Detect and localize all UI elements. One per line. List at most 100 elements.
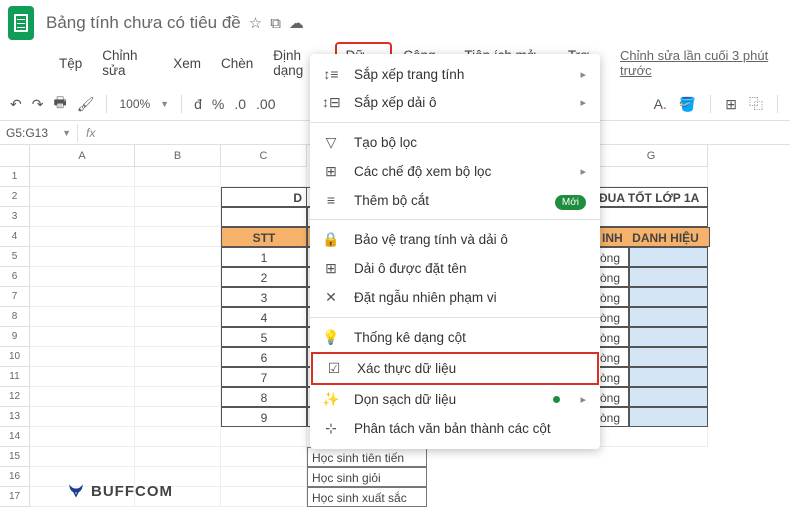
- sheets-logo[interactable]: [8, 6, 34, 40]
- cell-stt[interactable]: 7: [221, 367, 307, 387]
- menu-add-slicer[interactable]: ≡ Thêm bộ cắt Mới: [310, 186, 600, 214]
- named-range-icon: ⊞: [322, 260, 340, 277]
- dec-increase-icon[interactable]: .00: [256, 96, 275, 112]
- menu-data-validation[interactable]: ☑ Xác thực dữ liệu: [311, 352, 599, 385]
- redo-icon[interactable]: ↷: [32, 96, 44, 113]
- text-color-icon[interactable]: A.: [654, 96, 667, 112]
- col-header[interactable]: C: [221, 145, 307, 167]
- validation-icon: ☑: [325, 360, 343, 377]
- row-header[interactable]: 9: [0, 327, 30, 347]
- col-header[interactable]: B: [135, 145, 221, 167]
- star-icon[interactable]: ☆: [249, 14, 262, 32]
- row-header[interactable]: 1: [0, 167, 30, 187]
- dec-decrease-icon[interactable]: .0: [234, 96, 246, 112]
- row-header[interactable]: 5: [0, 247, 30, 267]
- borders-icon[interactable]: ⊞: [725, 96, 737, 113]
- menu-column-stats[interactable]: 💡 Thống kê dạng cột: [310, 323, 600, 352]
- cell-f[interactable]: òng: [595, 307, 629, 327]
- menu-view[interactable]: Xem: [164, 52, 210, 75]
- row-header[interactable]: 14: [0, 427, 30, 447]
- cell-f[interactable]: òng: [595, 327, 629, 347]
- col-header[interactable]: G: [595, 145, 708, 167]
- percent-icon[interactable]: %: [212, 96, 224, 112]
- cell-option[interactable]: Học sinh tiên tiến: [307, 447, 427, 467]
- sort-range-icon: ↕⊟: [322, 94, 340, 111]
- fill-color-icon[interactable]: 🪣: [679, 96, 696, 113]
- document-name[interactable]: Bảng tính chưa có tiêu đề: [46, 13, 241, 33]
- cell-f[interactable]: òng: [595, 387, 629, 407]
- table-header[interactable]: STT: [221, 227, 307, 247]
- menu-insert[interactable]: Chèn: [212, 52, 262, 75]
- cell-selected[interactable]: [629, 327, 708, 347]
- cell-selected[interactable]: [629, 287, 708, 307]
- cell-stt[interactable]: 8: [221, 387, 307, 407]
- name-box[interactable]: G5:G13 ▼: [0, 124, 78, 142]
- row-header[interactable]: 2: [0, 187, 30, 207]
- menu-file[interactable]: Tệp: [50, 52, 91, 75]
- row-header[interactable]: 12: [0, 387, 30, 407]
- cell-f[interactable]: òng: [595, 247, 629, 267]
- cell-stt[interactable]: 5: [221, 327, 307, 347]
- menu-edit[interactable]: Chỉnh sửa: [93, 44, 162, 82]
- cell-option[interactable]: Học sinh xuất sắc: [307, 487, 427, 507]
- row-header[interactable]: 15: [0, 447, 30, 467]
- row-header[interactable]: 8: [0, 307, 30, 327]
- menu-sort-range[interactable]: ↕⊟ Sắp xếp dải ô▸: [310, 88, 600, 117]
- cell-selected[interactable]: [629, 347, 708, 367]
- cell-selected[interactable]: [629, 407, 708, 427]
- cell-selected[interactable]: [629, 267, 708, 287]
- cell-f[interactable]: òng: [595, 407, 629, 427]
- row-header[interactable]: 6: [0, 267, 30, 287]
- print-icon[interactable]: 🖶: [53, 92, 66, 116]
- menu-protect[interactable]: 🔒 Bảo vệ trang tính và dải ô: [310, 225, 600, 254]
- cell-stt[interactable]: 1: [221, 247, 307, 267]
- cell-option[interactable]: Học sinh giỏi: [307, 467, 427, 487]
- cell-stt[interactable]: 3: [221, 287, 307, 307]
- col-header[interactable]: A: [30, 145, 135, 167]
- undo-icon[interactable]: ↶: [10, 96, 22, 113]
- menu-split-text[interactable]: ⊹ Phân tách văn bản thành các cột: [310, 414, 600, 443]
- menu-filter-views[interactable]: ⊞ Các chế độ xem bộ lọc▸: [310, 157, 600, 186]
- menu-randomize[interactable]: ✕ Đặt ngẫu nhiên phạm vi: [310, 283, 600, 312]
- cell-stt[interactable]: 2: [221, 267, 307, 287]
- cell-selected[interactable]: [629, 247, 708, 267]
- paint-format-icon[interactable]: 🖌: [77, 96, 95, 113]
- cell-f[interactable]: òng: [595, 367, 629, 387]
- merge-icon[interactable]: ⿻: [749, 94, 763, 114]
- menu-data-cleanup[interactable]: ✨ Dọn sạch dữ liệu ▸: [310, 385, 600, 414]
- move-folder-icon[interactable]: ⧉: [270, 15, 281, 32]
- cell-selected[interactable]: [629, 387, 708, 407]
- name-box-arrow-icon[interactable]: ▼: [62, 128, 71, 138]
- last-edit-link[interactable]: Chỉnh sửa lần cuối 3 phút trước: [620, 48, 770, 78]
- row-header[interactable]: 16: [0, 467, 30, 487]
- cell-f[interactable]: òng: [595, 347, 629, 367]
- title-cell[interactable]: D: [221, 187, 307, 207]
- cell-stt[interactable]: 4: [221, 307, 307, 327]
- sort-sheet-icon: ↕≡: [322, 66, 340, 82]
- cell-stt[interactable]: 9: [221, 407, 307, 427]
- cloud-status-icon[interactable]: ☁: [289, 14, 304, 32]
- cell-selected[interactable]: [629, 367, 708, 387]
- title-cell[interactable]: ĐUA TỐT LỚP 1A: [595, 187, 708, 207]
- row-header[interactable]: 4: [0, 227, 30, 247]
- cell-stt[interactable]: 6: [221, 347, 307, 367]
- menu-named-ranges[interactable]: ⊞ Dải ô được đặt tên: [310, 254, 600, 283]
- cell-f[interactable]: òng: [595, 267, 629, 287]
- row-header[interactable]: 17: [0, 487, 30, 507]
- currency-icon[interactable]: đ: [194, 96, 202, 112]
- menu-create-filter[interactable]: ▽ Tạo bộ lọc: [310, 128, 600, 157]
- row-header[interactable]: 11: [0, 367, 30, 387]
- cell-f[interactable]: òng: [595, 287, 629, 307]
- titlebar: Bảng tính chưa có tiêu đề ☆ ⧉ ☁: [0, 0, 790, 46]
- row-header[interactable]: 10: [0, 347, 30, 367]
- row-header[interactable]: 7: [0, 287, 30, 307]
- table-header[interactable]: INH DANH HIỆU: [597, 227, 710, 247]
- row-header[interactable]: 3: [0, 207, 30, 227]
- cell-selected[interactable]: [629, 307, 708, 327]
- cleanup-icon: ✨: [322, 391, 340, 408]
- row-header[interactable]: 13: [0, 407, 30, 427]
- menu-sort-sheet[interactable]: ↕≡ Sắp xếp trang tính▸: [310, 60, 600, 88]
- lock-icon: 🔒: [322, 231, 340, 248]
- filter-icon: ▽: [322, 134, 340, 151]
- zoom-select[interactable]: 100%: [119, 97, 150, 111]
